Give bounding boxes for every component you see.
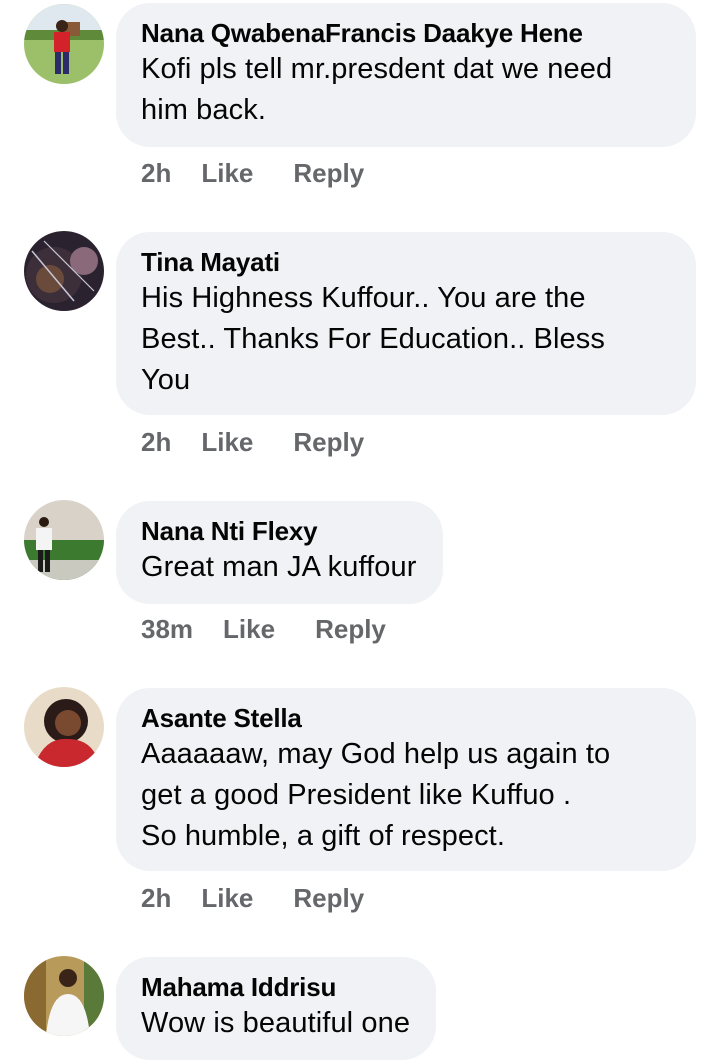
comment-text: Wow is beautiful one [141,1007,411,1039]
comment-text: Great man JA kuffour [141,551,417,583]
reply-button[interactable]: Reply [293,883,364,914]
comment-text: Aaaaaaw, may God help us again to get a … [141,738,611,852]
reply-button[interactable]: Reply [293,158,364,189]
comment-actions: 38m Like Reply [141,614,386,645]
comment-bubble: Mahama Iddrisu Wow is beautiful one [116,957,437,1060]
avatar[interactable] [24,4,104,84]
like-button[interactable]: Like [201,883,253,914]
comment-author[interactable]: Nana QwabenaFrancis Daakye Hene [141,17,670,49]
like-button[interactable]: Like [223,614,275,645]
reply-button[interactable]: Reply [315,614,386,645]
comment-timestamp[interactable]: 2h [141,427,171,458]
comment-text: His Highness Kuffour.. You are the Best.… [141,282,605,396]
comment-actions: 2h Like Reply [141,158,364,189]
like-button[interactable]: Like [201,158,253,189]
comment-timestamp[interactable]: 38m [141,614,193,645]
reply-button[interactable]: Reply [293,427,364,458]
avatar[interactable] [24,956,104,1036]
avatar[interactable] [24,231,104,311]
avatar[interactable] [24,687,104,767]
comment-author[interactable]: Asante Stella [141,702,670,734]
like-button[interactable]: Like [201,427,253,458]
comment-bubble: Tina Mayati His Highness Kuffour.. You a… [116,232,696,415]
avatar[interactable] [24,500,104,580]
comment-author[interactable]: Mahama Iddrisu [141,971,410,1003]
comment-bubble: Nana QwabenaFrancis Daakye Hene Kofi pls… [116,3,696,147]
comment-text: Kofi pls tell mr.presdent dat we need hi… [141,53,613,126]
comment-author[interactable]: Nana Nti Flexy [141,515,417,547]
comment-actions: 2h Like Reply [141,427,364,458]
comment-bubble: Asante Stella Aaaaaaw, may God help us a… [116,688,696,871]
comment-actions: 2h Like Reply [141,883,364,914]
comment-timestamp[interactable]: 2h [141,883,171,914]
comment-timestamp[interactable]: 2h [141,158,171,189]
comment-bubble: Nana Nti Flexy Great man JA kuffour [116,501,443,604]
comment-author[interactable]: Tina Mayati [141,246,670,278]
